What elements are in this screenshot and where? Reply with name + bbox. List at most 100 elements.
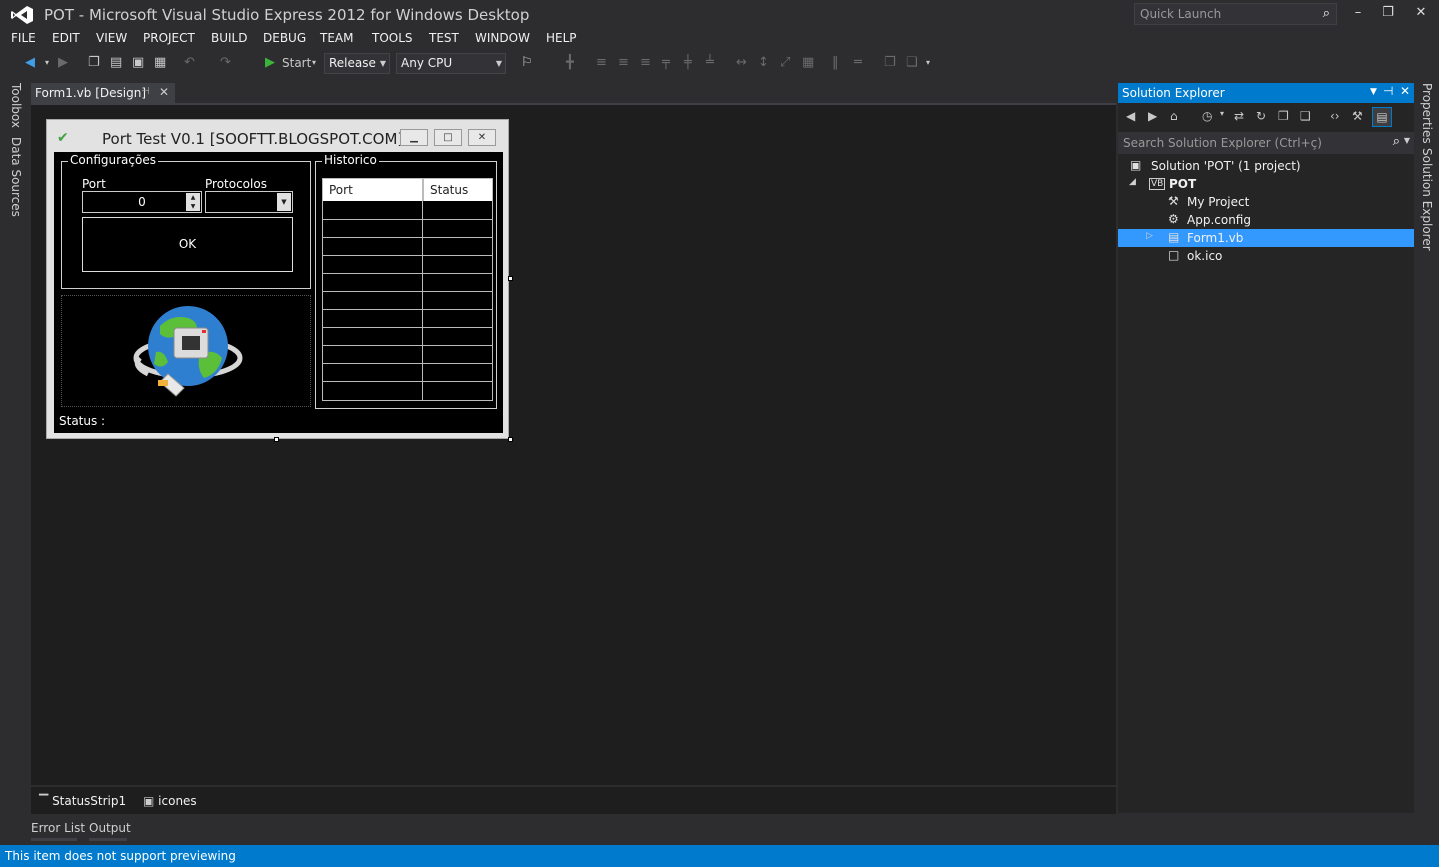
menu-help[interactable]: HELP [546, 31, 577, 45]
data-sources-tab[interactable]: Data Sources [9, 137, 23, 217]
collapse-all-icon[interactable]: ❐ [1278, 109, 1289, 123]
form-minimize-button[interactable]: ▁ [400, 129, 428, 146]
align-centers-icon[interactable]: ≡ [618, 54, 629, 72]
forward-icon[interactable]: ▶ [1148, 109, 1157, 123]
search-icon[interactable]: ⌕ [1393, 134, 1400, 149]
toolbox-tab[interactable]: Toolbox [9, 83, 23, 128]
make-same-size-icon[interactable]: ⤢ [780, 54, 790, 72]
close-icon[interactable]: ✕ [1400, 84, 1410, 98]
chevron-down-icon[interactable]: ▾ [312, 54, 316, 72]
sync-icon[interactable]: ⇄ [1234, 109, 1244, 123]
bring-to-front-icon[interactable]: ❐ [884, 54, 896, 72]
menu-build[interactable]: BUILD [211, 31, 247, 45]
align-tops-icon[interactable]: ╤ [662, 54, 670, 72]
tree-item-ok-ico[interactable]: □ ok.ico [1118, 247, 1414, 265]
menu-project[interactable]: PROJECT [143, 31, 195, 45]
expanded-arrow-icon[interactable]: ◢ [1129, 177, 1136, 187]
port-spinner[interactable]: ▲ ▼ [186, 193, 200, 211]
tree-item-form1[interactable]: ▷ ▤ Form1.vb [1118, 229, 1414, 247]
tree-item-my-project[interactable]: ⚒ My Project [1118, 193, 1414, 211]
search-icon[interactable]: ⌕ [1323, 6, 1330, 21]
close-button[interactable]: ✕ [1406, 3, 1436, 23]
save-all-icon[interactable]: ▦ [154, 54, 166, 72]
view-code-icon[interactable]: ‹› [1330, 109, 1340, 123]
spin-up-icon[interactable]: ▲ [186, 193, 200, 202]
show-all-files-icon[interactable]: ❑ [1300, 109, 1311, 123]
form-maximize-button[interactable]: □ [434, 129, 462, 146]
resize-handle-corner[interactable] [508, 437, 513, 442]
make-same-height-icon[interactable]: ↕ [758, 54, 769, 72]
new-project-icon[interactable]: ❐ [88, 54, 100, 72]
close-tab-icon[interactable]: ✕ [159, 85, 169, 99]
tab-error-list[interactable]: Error List [31, 821, 85, 835]
vertical-spacing-icon[interactable]: ═ [854, 54, 862, 72]
find-icon[interactable]: ⚐ [521, 54, 533, 72]
solution-explorer-search-input[interactable]: Search Solution Explorer (Ctrl+ç) ⌕ ▼ [1118, 132, 1414, 154]
align-middles-icon[interactable]: ╪ [684, 54, 692, 72]
refresh-icon[interactable]: ↻ [1256, 109, 1266, 123]
properties-tab[interactable]: Properties [1420, 83, 1434, 144]
menu-test[interactable]: TEST [429, 31, 459, 45]
horizontal-spacing-icon[interactable]: ‖ [832, 54, 839, 72]
column-header-port[interactable]: Port [323, 179, 423, 201]
chevron-down-icon[interactable]: ▼ [1370, 87, 1377, 97]
menu-file[interactable]: FILE [11, 31, 36, 45]
platform-select[interactable]: Any CPU ▼ [396, 53, 506, 74]
navigate-back-icon[interactable]: ◀ [25, 54, 35, 72]
resize-handle-right[interactable] [508, 276, 513, 281]
navigate-forward-icon[interactable]: ▶ [58, 54, 68, 72]
open-file-icon[interactable]: ▤ [110, 54, 122, 72]
picture-box[interactable] [61, 295, 311, 407]
menu-team[interactable]: TEAM [320, 31, 353, 45]
form-close-button[interactable]: ✕ [468, 129, 496, 146]
solution-explorer-tab[interactable]: Solution Explorer [1420, 148, 1434, 251]
pin-icon[interactable]: ⊣ [141, 86, 150, 97]
align-bottoms-icon[interactable]: ╧ [706, 54, 714, 72]
minimize-button[interactable]: – [1343, 3, 1373, 23]
chevron-down-icon[interactable]: ▼ [277, 193, 291, 211]
send-to-back-icon[interactable]: ❑ [906, 54, 918, 72]
back-icon[interactable]: ◀ [1126, 109, 1135, 123]
chevron-down-icon[interactable]: ▾ [1220, 109, 1224, 118]
tree-item-app-config[interactable]: ⚙ App.config [1118, 211, 1414, 229]
resize-handle-bottom[interactable] [274, 437, 279, 442]
undo-icon[interactable]: ↶ [184, 54, 195, 72]
designed-form[interactable]: ✔ Port Test V0.1 [SOOFTT.BLOGSPOT.COM] ▁… [46, 119, 509, 439]
restore-button[interactable]: ❐ [1373, 3, 1403, 23]
tree-item-solution[interactable]: ▣ Solution 'POT' (1 project) [1118, 157, 1414, 175]
align-rights-icon[interactable]: ≡ [640, 54, 651, 72]
menu-tools[interactable]: TOOLS [372, 31, 413, 45]
ok-button[interactable]: OK [82, 217, 293, 272]
quick-launch-input[interactable]: Quick Launch ⌕ [1134, 3, 1337, 25]
pin-icon[interactable]: ⊣ [1383, 84, 1393, 98]
make-same-width-icon[interactable]: ↔ [736, 54, 747, 72]
tab-form1-design[interactable]: Form1.vb [Design] ⊣ ✕ [31, 83, 175, 103]
view-designer-icon[interactable]: ▤ [1372, 107, 1392, 127]
chevron-down-icon[interactable]: ▾ [45, 54, 49, 72]
pending-changes-icon[interactable]: ◷ [1202, 109, 1212, 123]
collapsed-arrow-icon[interactable]: ▷ [1146, 231, 1153, 241]
align-to-grid-icon[interactable]: ╋ [566, 54, 574, 72]
configuration-select[interactable]: Release ▼ [324, 53, 390, 74]
start-button[interactable]: Start [282, 54, 311, 72]
menu-edit[interactable]: EDIT [52, 31, 80, 45]
icones-component[interactable]: ▣ icones [143, 794, 197, 808]
chevron-down-icon[interactable]: ▼ [1404, 136, 1410, 145]
menu-window[interactable]: WINDOW [475, 31, 530, 45]
home-icon[interactable]: ⌂ [1170, 109, 1178, 123]
history-grid[interactable]: Port Status [322, 178, 493, 401]
port-numeric-input[interactable]: 0 ▲ ▼ [82, 191, 202, 213]
tab-output[interactable]: Output [89, 821, 131, 835]
toolbar-options-icon[interactable]: ▾ [926, 54, 930, 72]
protocol-combobox[interactable]: ▼ [205, 191, 293, 213]
menu-view[interactable]: VIEW [96, 31, 127, 45]
properties-wrench-icon[interactable]: ⚒ [1352, 109, 1363, 123]
redo-icon[interactable]: ↷ [220, 54, 231, 72]
save-icon[interactable]: ▣ [132, 54, 144, 72]
spin-down-icon[interactable]: ▼ [186, 202, 200, 211]
start-icon[interactable]: ▶ [265, 54, 275, 72]
tree-item-project[interactable]: ◢ VB POT [1118, 175, 1414, 193]
align-lefts-icon[interactable]: ≡ [596, 54, 607, 72]
size-to-grid-icon[interactable]: ▦ [802, 54, 814, 72]
column-header-status[interactable]: Status [423, 179, 492, 201]
